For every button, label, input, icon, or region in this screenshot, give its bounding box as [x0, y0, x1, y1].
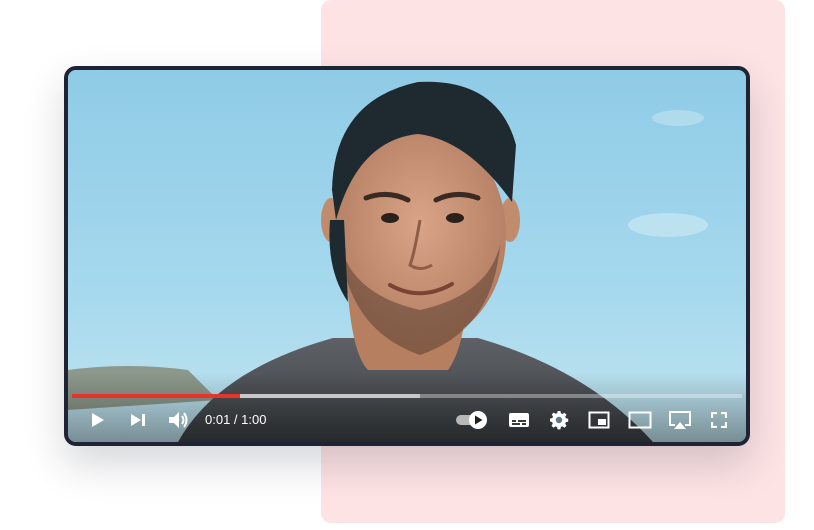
time-current: 0:01: [205, 412, 231, 427]
cast-icon: [669, 411, 691, 429]
video-player[interactable]: 0:01 / 1:00: [64, 66, 750, 446]
fullscreen-icon: [711, 412, 727, 428]
autoplay-toggle[interactable]: [452, 402, 492, 438]
progress-bar[interactable]: [72, 394, 742, 398]
time-total: 1:00: [241, 412, 267, 427]
theater-mode-icon: [628, 411, 652, 429]
page: 0:01 / 1:00: [0, 0, 814, 530]
subtitles-button[interactable]: [504, 402, 534, 438]
play-button[interactable]: [84, 402, 112, 438]
cast-button[interactable]: [664, 402, 696, 438]
play-icon: [92, 413, 104, 427]
miniplayer-button[interactable]: [584, 402, 614, 438]
settings-gear-icon: [550, 411, 569, 430]
next-button[interactable]: [124, 402, 152, 438]
volume-button[interactable]: [164, 402, 194, 438]
time-separator: /: [230, 412, 242, 427]
control-bar: 0:01 / 1:00: [68, 402, 746, 438]
theater-mode-button[interactable]: [624, 402, 656, 438]
fullscreen-button[interactable]: [704, 402, 734, 438]
next-icon: [131, 414, 145, 426]
progress-played: [72, 394, 240, 398]
subtitles-icon: [509, 413, 529, 427]
autoplay-toggle-icon: [456, 411, 487, 429]
time-display: 0:01 / 1:00: [205, 402, 266, 438]
miniplayer-icon: [588, 411, 610, 429]
volume-icon: [169, 412, 188, 428]
settings-button[interactable]: [544, 402, 574, 438]
